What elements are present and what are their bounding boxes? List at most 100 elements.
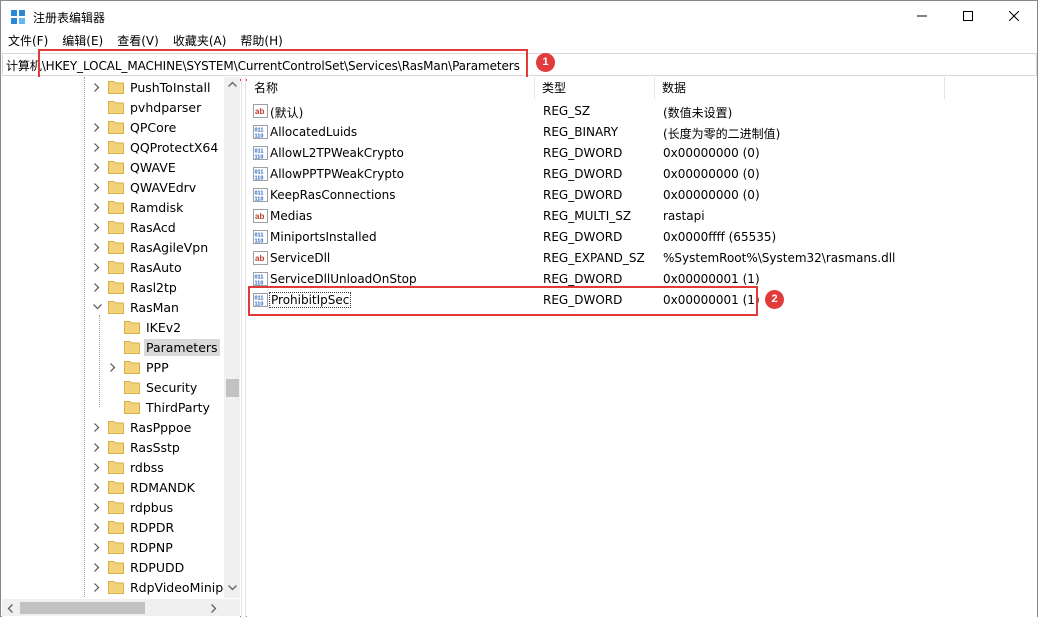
tree-item-security[interactable]: Security [106,377,199,397]
tree-item-rasagilevpn[interactable]: RasAgileVpn [90,237,210,257]
tree-item-ramdisk[interactable]: Ramdisk [90,197,185,217]
chevron-right-icon[interactable] [90,580,104,594]
tree-item-qwave[interactable]: QWAVE [90,157,178,177]
tree-item-pushtoinstall[interactable]: PushToInstall [90,77,212,97]
tree-item-ikev2[interactable]: IKEv2 [106,317,183,337]
tree-item-rdpbus[interactable]: rdpbus [90,497,175,517]
tree-item-rdbss[interactable]: rdbss [90,457,166,477]
value-type: REG_DWORD [543,230,623,244]
tree-item-ppp[interactable]: PPP [106,357,171,377]
chevron-right-icon[interactable] [90,160,104,174]
chevron-right-icon[interactable] [90,120,104,134]
close-button[interactable] [991,1,1037,31]
tree-item-qpcore[interactable]: QPCore [90,117,178,137]
tree-item-rdpdr[interactable]: RDPDR [90,517,176,537]
tree-item-rdpudd[interactable]: RDPUDD [90,557,186,577]
tree-vertical-scroll-thumb[interactable] [226,379,239,397]
tree-guide-line-child [99,315,100,407]
value-row[interactable]: ab ServiceDll REG_EXPAND_SZ %SystemRoot%\Sy… [247,248,1037,269]
regedit-window: 注册表编辑器 文件(F) 编辑(E) 查看(V) 收藏夹(A) 帮助(H) 计算… [0,0,1038,617]
tree-item-parameters[interactable]: Parameters [106,337,220,357]
tree-item-label: RDPNP [130,539,173,555]
tree-item-label: RasAgileVpn [130,239,209,255]
column-header-data[interactable]: 数据 [655,77,945,99]
tree-item-rassstp[interactable]: RasSstp [90,437,182,457]
tree-item-qwavedrv[interactable]: QWAVEdrv [90,177,198,197]
tree-item-thirdparty[interactable]: ThirdParty [106,397,212,417]
folder-icon [108,580,124,594]
chevron-right-icon[interactable] [90,420,104,434]
maximize-button[interactable] [945,1,991,31]
tree-horizontal-scrollbar[interactable] [2,599,240,616]
tree-item-rasl2tp[interactable]: Rasl2tp [90,277,179,297]
tree-horizontal-scroll-thumb[interactable] [20,602,145,614]
tree-vertical-scrollbar[interactable] [224,77,240,598]
tree-item-rasauto[interactable]: RasAuto [90,257,184,277]
string-value-icon: ab [253,251,268,265]
column-header-type[interactable]: 类型 [535,77,655,99]
tree-item-rdpnp[interactable]: RDPNP [90,537,175,557]
chevron-right-icon[interactable] [90,80,104,94]
title-bar[interactable]: 注册表编辑器 [1,1,1037,31]
svg-text:ab: ab [255,107,264,116]
tree-item-label: RasMan [130,299,179,315]
value-row[interactable]: 011 110 MiniportsInstalled REG_DWORD 0x0000f… [247,227,1037,248]
tree-item-rdpvideominipo[interactable]: RdpVideoMinipo [90,577,233,597]
chevron-down-icon[interactable] [90,300,104,314]
values-list[interactable]: 名称 类型 数据 ab (默认) REG_SZ (数值未设置) 011 110 Alloca… [247,77,1037,617]
folder-icon [108,300,124,314]
chevron-right-icon[interactable] [90,140,104,154]
value-row[interactable]: 011 110 KeepRasConnections REG_DWORD 0x00000… [247,185,1037,206]
key-tree[interactable]: PushToInstall pvhdparser QPCore QQProtectX6… [2,77,240,617]
chevron-right-icon[interactable] [90,280,104,294]
minimize-button[interactable] [899,1,945,31]
value-row[interactable]: 011 110 AllowPPTPWeakCrypto REG_DWORD 0x0000… [247,164,1037,185]
chevron-right-icon[interactable] [90,200,104,214]
tree-item-raspppoe[interactable]: RasPppoe [90,417,193,437]
chevron-right-icon[interactable] [90,220,104,234]
chevron-right-icon[interactable] [90,480,104,494]
binary-value-icon: 011 110 [253,125,268,140]
value-row[interactable]: 011 110 AllocatedLuids REG_BINARY (长度为零的二进制值… [247,122,1037,143]
chevron-right-icon[interactable] [90,500,104,514]
svg-text:110: 110 [255,176,264,182]
window-title: 注册表编辑器 [33,11,106,25]
chevron-right-icon[interactable] [90,460,104,474]
value-row[interactable]: ab Medias REG_MULTI_SZ rastapi [247,206,1037,227]
folder-icon [124,320,140,334]
value-type: REG_MULTI_SZ [543,209,632,223]
scroll-down-icon[interactable] [228,585,237,591]
tree-item-rdmandk[interactable]: RDMANDK [90,477,197,497]
chevron-right-icon[interactable] [90,540,104,554]
regedit-app-icon [11,10,25,24]
chevron-right-icon[interactable] [90,440,104,454]
chevron-right-icon[interactable] [90,260,104,274]
tree-item-pvhdparser[interactable]: pvhdparser [90,97,203,117]
chevron-right-icon[interactable] [90,520,104,534]
tree-item-label: Rasl2tp [130,279,177,295]
chevron-right-icon[interactable] [106,360,120,374]
value-data: 0x00000000 (0) [663,167,760,181]
column-header-name[interactable]: 名称 [247,77,535,99]
scroll-right-icon[interactable] [211,604,217,613]
chevron-right-icon[interactable] [90,180,104,194]
folder-icon [108,520,124,534]
tree-item-rasman[interactable]: RasMan [90,297,181,317]
value-name: ServiceDllUnloadOnStop [270,272,417,286]
scroll-up-icon[interactable] [228,81,237,87]
folder-icon [108,140,124,154]
tree-item-qqprotectx64[interactable]: QQProtectX64 [90,137,220,157]
tree-item-rasacd[interactable]: RasAcd [90,217,178,237]
chevron-right-icon[interactable] [90,240,104,254]
tree-item-label: rdbss [130,459,164,475]
value-row[interactable]: ab (默认) REG_SZ (数值未设置) [247,101,1037,122]
chevron-right-icon[interactable] [90,560,104,574]
tree-item-label: RDMANDK [130,479,195,495]
pane-splitter[interactable] [241,77,246,617]
binary-value-icon: 011 110 [253,272,268,287]
scroll-left-icon[interactable] [7,604,13,613]
string-value-icon: ab [253,209,268,223]
value-row[interactable]: 011 110 AllowL2TPWeakCrypto REG_DWORD 0x0000… [247,143,1037,164]
